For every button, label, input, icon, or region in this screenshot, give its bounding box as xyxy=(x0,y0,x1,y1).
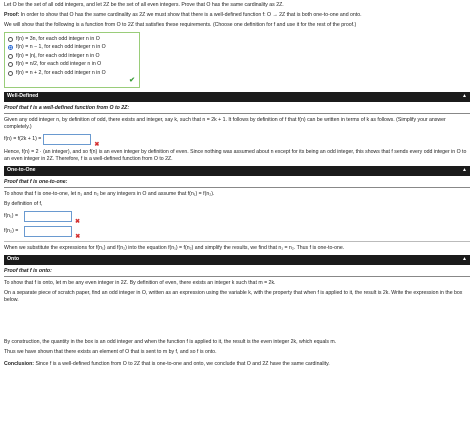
proof-paragraph: Proof: In order to show that O has the s… xyxy=(4,12,470,19)
incorrect-x-icon: ✖ xyxy=(94,141,100,148)
choice-label: f(n) = n/2, for each odd integer n in O xyxy=(16,61,102,68)
function-choices: f(n) = 3n, for each odd integer n in O f… xyxy=(4,32,140,88)
radio-button[interactable] xyxy=(8,70,13,76)
fn1-input[interactable] xyxy=(24,211,73,223)
fn1-answer-row: f(n₁) = ✖ xyxy=(4,211,470,225)
choice-option-5[interactable]: f(n) = n + 2, for each odd integer n in … xyxy=(8,69,136,78)
one-to-one-subheading: Proof that f is one-to-one: xyxy=(4,178,68,185)
conclusion-label: Conclusion: xyxy=(4,360,34,367)
choice-label: f(n) = 3n, for each odd integer n in O xyxy=(16,35,100,42)
answer-input[interactable] xyxy=(43,134,92,146)
collapse-arrow-icon[interactable]: ▲ xyxy=(462,167,467,174)
fn2-input[interactable] xyxy=(24,226,73,238)
onto-subheading: Proof that f is onto: xyxy=(4,267,52,274)
onto-section-header[interactable]: Onto ▲ xyxy=(4,254,470,265)
incorrect-x-icon: ✖ xyxy=(75,233,81,240)
intro-text: Let O be the set of all odd integers, an… xyxy=(4,2,284,8)
divider xyxy=(4,186,470,188)
choice-option-4[interactable]: f(n) = n/2, for each odd integer n in O xyxy=(8,61,136,70)
onto-answer-area[interactable] xyxy=(4,307,470,339)
fn2-label: f(n₂) = xyxy=(4,228,19,235)
incorrect-x-icon: ✖ xyxy=(75,218,81,225)
fn2-answer-row: f(n₂) = ✖ xyxy=(4,226,470,240)
choice-option-1[interactable]: f(n) = 3n, for each odd integer n in O xyxy=(8,35,136,44)
conclusion-paragraph: Conclusion: Since f is a well-defined fu… xyxy=(4,361,470,368)
conclusion-text: Since f is a well-defined function from … xyxy=(35,360,330,367)
onto-paragraph-2: On a separate piece of scratch paper, fi… xyxy=(4,289,463,303)
collapse-arrow-icon[interactable]: ▲ xyxy=(462,256,467,263)
choice-label: f(n) = n + 2, for each odd integer n in … xyxy=(16,69,106,76)
divider xyxy=(4,112,470,114)
well-defined-subheading: Proof that f is a well-defined function … xyxy=(4,104,130,111)
instruction-text: We will show that the following is a fun… xyxy=(4,22,357,29)
choice-label: f(n) = n − 1, for each odd integer n in … xyxy=(16,44,106,51)
radio-button-selected[interactable] xyxy=(8,45,13,51)
onto-paragraph-4: Thus we have shown that there exists an … xyxy=(4,348,217,355)
section-title: Well-Defined xyxy=(7,93,39,100)
fn1-label: f(n₁) = xyxy=(4,213,19,220)
well-defined-paragraph-1: Given any odd integer n, by definition o… xyxy=(4,116,446,130)
choice-label: f(n) = |n|, for each odd integer n in O xyxy=(16,52,100,59)
one-to-one-paragraph-3: When we substitute the expressions for f… xyxy=(4,244,345,251)
divider xyxy=(4,240,470,242)
problem-page: Let O be the set of all odd integers, an… xyxy=(0,0,474,445)
well-defined-answer-row: f(n) = f(2k + 1) = ✖ xyxy=(4,134,470,148)
proof-label: Proof: xyxy=(4,12,20,19)
radio-button[interactable] xyxy=(8,62,13,68)
divider xyxy=(4,275,470,277)
collapse-arrow-icon[interactable]: ▲ xyxy=(462,93,467,100)
proof-text: In order to show that O has the same car… xyxy=(20,12,362,19)
section-title: One-to-One xyxy=(7,167,36,174)
onto-paragraph-3: By construction, the quantity in the box… xyxy=(4,338,337,345)
well-defined-paragraph-2: Hence, f(n) = 2 · (an integer), and so f… xyxy=(4,148,467,162)
well-defined-section-header[interactable]: Well-Defined ▲ xyxy=(4,91,470,102)
section-title: Onto xyxy=(7,256,20,263)
answer-label: f(n) = f(2k + 1) = xyxy=(4,136,42,143)
onto-paragraph-1: To show that f is onto, let m be any eve… xyxy=(4,279,276,286)
one-to-one-paragraph-1: To show that f is one-to-one, let n₁ and… xyxy=(4,190,215,197)
choice-option-2[interactable]: f(n) = n − 1, for each odd integer n in … xyxy=(8,44,136,53)
checkmark-icon: ✔ xyxy=(129,77,135,85)
one-to-one-section-header[interactable]: One-to-One ▲ xyxy=(4,165,470,176)
one-to-one-paragraph-2: By definition of f, xyxy=(4,200,43,207)
radio-button[interactable] xyxy=(8,36,13,42)
choice-option-3[interactable]: f(n) = |n|, for each odd integer n in O xyxy=(8,52,136,61)
radio-button[interactable] xyxy=(8,53,13,59)
